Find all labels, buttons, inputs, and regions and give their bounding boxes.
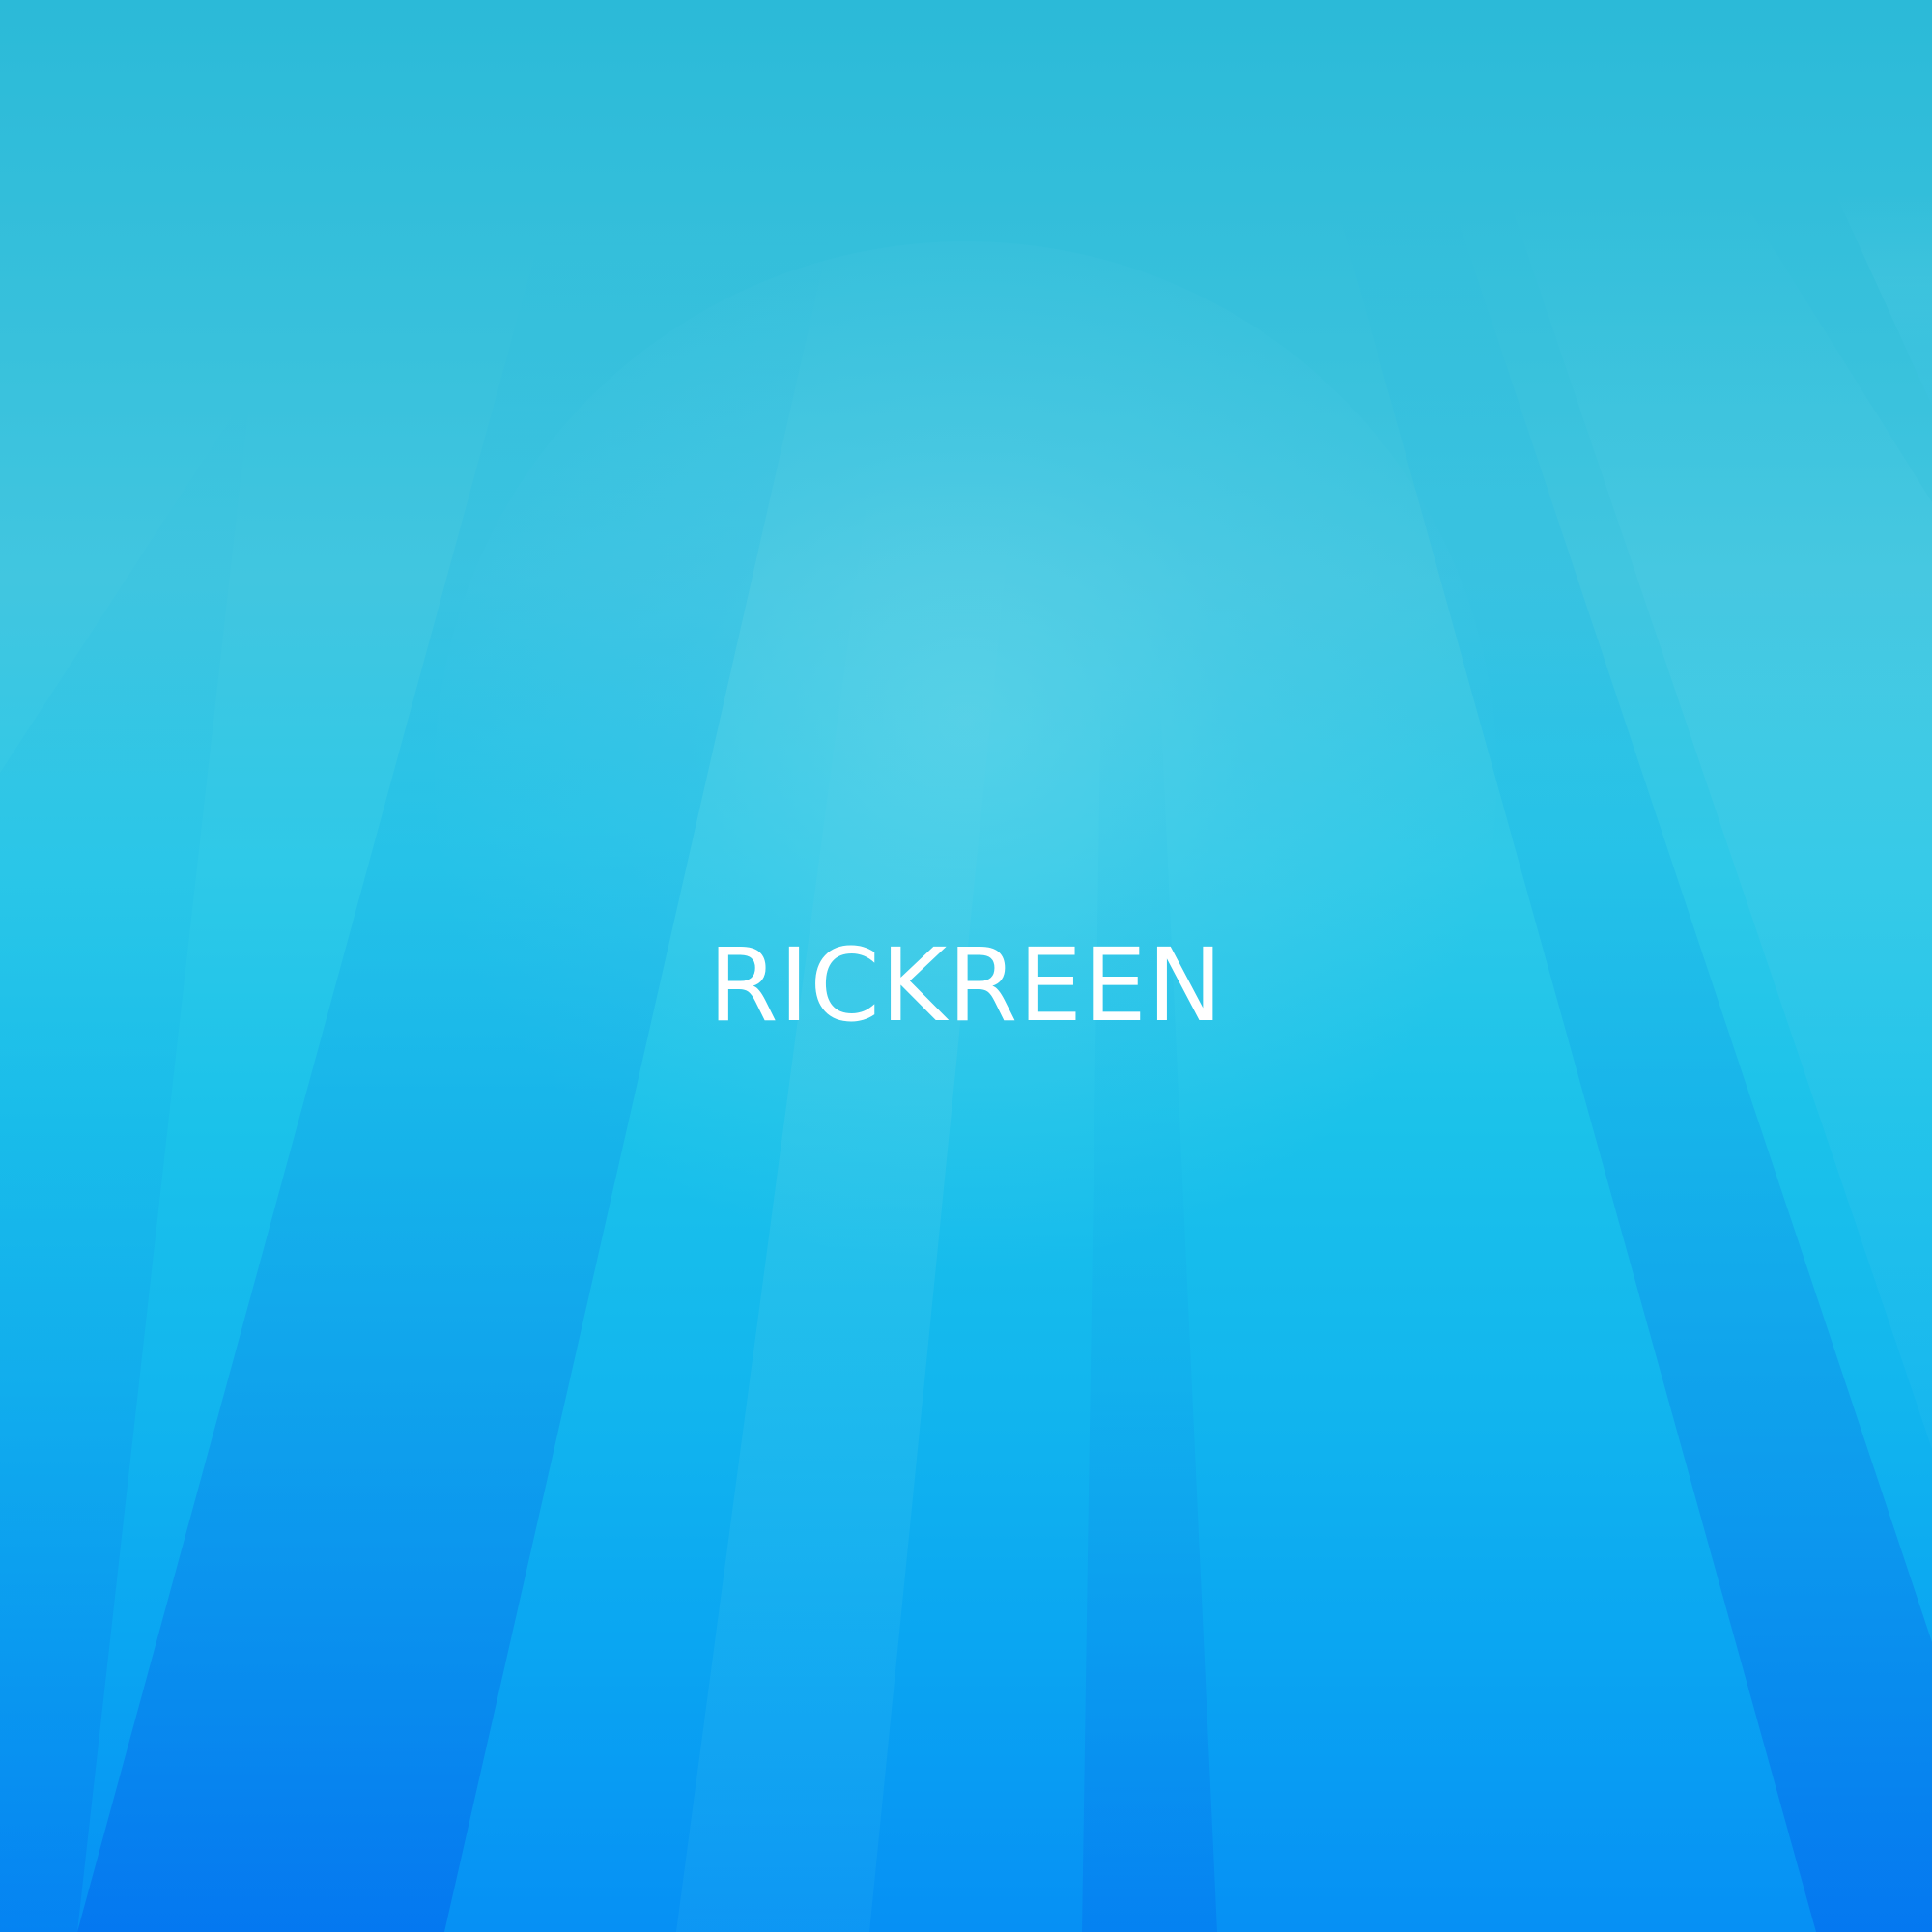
light-ray — [1082, 676, 1217, 1932]
light-ray — [676, 483, 1014, 1932]
wallpaper-background: RICKREEN — [0, 0, 1932, 1932]
brand-title: RICKREEN — [708, 926, 1224, 1044]
